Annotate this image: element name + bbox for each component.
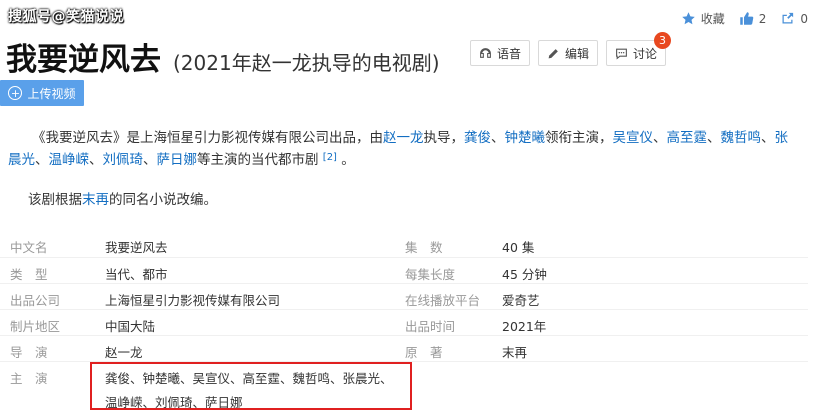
comment-icon bbox=[616, 48, 627, 60]
share-count: 0 bbox=[800, 11, 808, 26]
info-row: 导 演 赵一龙 原 著 末再 bbox=[0, 335, 808, 362]
actor-link[interactable]: 萨日娜 bbox=[157, 152, 198, 168]
director-link[interactable]: 赵一龙 bbox=[383, 130, 424, 146]
info-value: 上海恒星引力影视传媒有限公司 bbox=[105, 293, 281, 308]
info-key: 出品时间 bbox=[405, 319, 456, 334]
actor-link[interactable]: 魏哲鸣 bbox=[721, 130, 762, 146]
info-row: 出品公司 上海恒星引力影视传媒有限公司 在线播放平台 爱奇艺 bbox=[0, 283, 808, 310]
intro-text: 《我要逆风去》是上海恒星引力影视传媒有限公司出品，由 bbox=[32, 130, 383, 146]
discuss-button[interactable]: 讨论 3 bbox=[606, 32, 672, 66]
star-icon bbox=[681, 12, 695, 25]
info-value: 我要逆风去 bbox=[105, 240, 168, 255]
intro-text: 该剧根据 bbox=[28, 192, 82, 208]
separator: 、 bbox=[707, 130, 721, 146]
like-button[interactable]: 2 bbox=[739, 11, 767, 26]
discuss-badge: 3 bbox=[654, 32, 672, 49]
actor-link[interactable]: 温峥嵘 bbox=[49, 152, 90, 168]
separator: 、 bbox=[35, 152, 49, 168]
info-value: 当代、都市 bbox=[105, 267, 168, 282]
share-icon bbox=[782, 12, 794, 24]
info-value: 40 集 bbox=[502, 240, 535, 255]
intro-text: 领衔主演， bbox=[545, 130, 613, 146]
voice-label: 语音 bbox=[497, 46, 522, 61]
intro-text: 的同名小说改编。 bbox=[109, 192, 217, 208]
info-value: 2021年 bbox=[502, 319, 547, 334]
separator: 、 bbox=[653, 130, 667, 146]
share-button[interactable]: 0 bbox=[780, 11, 808, 26]
info-value: 爱奇艺 bbox=[502, 293, 540, 308]
info-key: 出品公司 bbox=[10, 293, 61, 308]
collect-button[interactable]: 收藏 bbox=[681, 10, 725, 27]
info-value: 45 分钟 bbox=[502, 267, 547, 282]
page-subtitle: (2021年赵一龙执导的电视剧) bbox=[173, 51, 440, 75]
info-key: 制片地区 bbox=[10, 319, 61, 334]
edit-label: 编辑 bbox=[565, 46, 590, 61]
toolbar: 语音 编辑 讨论 3 bbox=[470, 32, 672, 66]
intro-text: 。 bbox=[336, 152, 355, 168]
info-value: 中国大陆 bbox=[105, 319, 156, 334]
like-count: 2 bbox=[758, 11, 767, 26]
actor-link[interactable]: 钟楚曦 bbox=[505, 130, 546, 146]
intro-text: 执导， bbox=[423, 130, 465, 146]
watermark: 搜狐号@笑猫说说 bbox=[8, 9, 124, 25]
discuss-label: 讨论 bbox=[633, 46, 658, 61]
info-key: 导 演 bbox=[10, 345, 48, 360]
info-value: 末再 bbox=[502, 345, 528, 360]
info-value: 赵一龙 bbox=[105, 345, 143, 360]
thumbs-up-icon bbox=[739, 12, 753, 25]
top-actions: 收藏 2 0 bbox=[681, 10, 808, 27]
info-row: 中文名 我要逆风去 集 数 40 集 bbox=[0, 231, 808, 257]
info-key: 主 演 bbox=[10, 371, 48, 386]
actor-link[interactable]: 龚俊 bbox=[464, 130, 491, 146]
collect-label: 收藏 bbox=[700, 12, 725, 26]
intro-text: 等主演的当代都市剧 bbox=[197, 152, 319, 168]
actor-link[interactable]: 刘佩琦 bbox=[103, 152, 144, 168]
separator: 、 bbox=[491, 130, 505, 146]
separator: 、 bbox=[761, 130, 775, 146]
upload-video-button[interactable]: + 上传视频 bbox=[0, 80, 84, 106]
author-link[interactable]: 末再 bbox=[82, 192, 109, 208]
highlight-box bbox=[90, 362, 412, 410]
headphones-icon bbox=[480, 47, 491, 58]
info-key: 集 数 bbox=[405, 240, 443, 255]
intro-paragraph: 《我要逆风去》是上海恒星引力影视传媒有限公司出品，由赵一龙执导，龚俊、钟楚曦领衔… bbox=[8, 127, 798, 171]
info-key: 原 著 bbox=[405, 345, 443, 360]
separator: 、 bbox=[89, 152, 103, 168]
voice-button[interactable]: 语音 bbox=[470, 40, 531, 66]
info-key: 类 型 bbox=[10, 267, 48, 282]
info-key: 中文名 bbox=[10, 240, 48, 255]
separator: 、 bbox=[143, 152, 157, 168]
page-title: 我要逆风去 bbox=[6, 42, 161, 78]
info-key: 在线播放平台 bbox=[405, 293, 481, 308]
adaptation-paragraph: 该剧根据末再的同名小说改编。 bbox=[8, 189, 798, 211]
pencil-icon bbox=[548, 48, 558, 58]
info-row: 制片地区 中国大陆 出品时间 2021年 bbox=[0, 309, 808, 336]
upload-label: 上传视频 bbox=[27, 86, 76, 101]
plus-circle-icon: + bbox=[8, 86, 23, 100]
actor-link[interactable]: 高至霆 bbox=[667, 130, 708, 146]
info-key: 每集长度 bbox=[405, 267, 456, 282]
edit-button[interactable]: 编辑 bbox=[538, 40, 599, 66]
reference-link[interactable]: [2] bbox=[323, 152, 337, 163]
actor-link[interactable]: 吴宣仪 bbox=[613, 130, 654, 146]
title-row: 我要逆风去 (2021年赵一龙执导的电视剧) bbox=[6, 34, 440, 78]
info-row: 类 型 当代、都市 每集长度 45 分钟 bbox=[0, 257, 808, 284]
